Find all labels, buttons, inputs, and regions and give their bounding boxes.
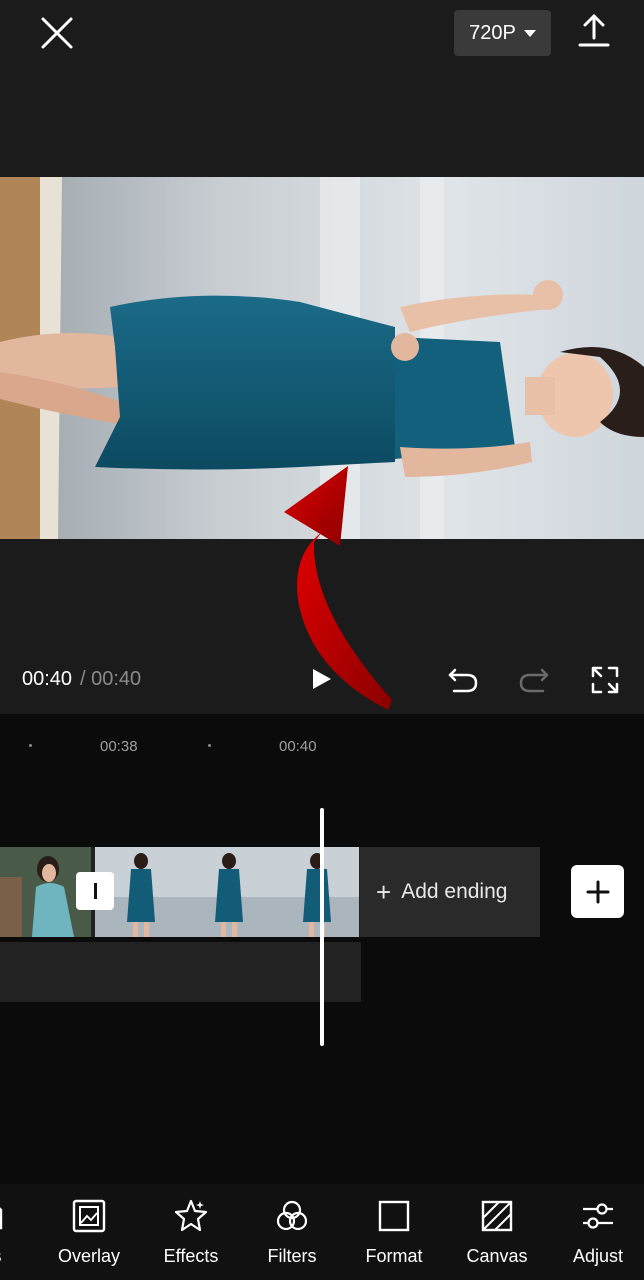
ruler-label: 00:38 [100,738,138,755]
audio-track[interactable] [0,942,361,1002]
redo-icon [519,668,549,693]
play-icon [313,669,331,689]
frame-image [183,847,271,937]
overlay-icon [72,1199,106,1233]
ruler-label: 00:40 [279,738,317,755]
effects-icon [174,1199,208,1232]
upload-icon [578,14,610,47]
tool-label: Canvas [466,1246,528,1266]
add-ending-button[interactable]: + Add ending [360,847,540,937]
plus-icon: + [376,877,392,907]
ruler-dot [29,744,32,747]
tool-filters[interactable]: Filters [237,1184,347,1280]
add-ending-label: Add ending [401,880,508,903]
export-button[interactable] [574,12,614,50]
tool-format[interactable]: Format [339,1184,449,1280]
playhead[interactable] [320,808,324,1046]
tool-canvas[interactable]: Canvas [442,1184,552,1280]
video-track[interactable] [0,847,360,937]
add-clip-button[interactable] [571,865,624,918]
tool-overlay[interactable]: Overlay [34,1184,144,1280]
bottom-toolbar: ers Overlay Effects Filters Format [0,1184,644,1280]
resolution-label: 720P [469,21,516,44]
stickers-icon [0,1207,3,1230]
total-time: / 00:40 [80,668,142,690]
current-time: 00:40 [22,668,73,690]
close-icon [41,17,73,49]
format-icon [378,1200,410,1232]
timeline[interactable]: 00:38 00:40 + Add ending [0,714,644,1184]
play-button[interactable] [306,664,336,694]
chevron-down-icon [523,29,536,37]
canvas-icon [481,1200,513,1232]
tool-adjust[interactable]: Adjust [543,1184,644,1280]
close-button[interactable] [36,12,78,54]
tool-label: Overlay [57,1246,120,1266]
filters-icon [276,1200,308,1231]
undo-button[interactable] [446,664,480,696]
frame-image [271,847,359,937]
transition-icon [93,883,97,899]
ruler-dot [208,744,211,747]
plus-icon [586,880,609,903]
editor-preview-area: 720P 00:40 / 00:40 [0,0,644,714]
adjust-icon [583,1203,613,1229]
redo-button[interactable] [517,664,551,696]
tool-label: Adjust [572,1246,624,1266]
resolution-dropdown[interactable]: 720P [454,10,551,56]
fullscreen-button[interactable] [589,664,621,696]
tool-label: Filters [267,1246,317,1266]
tool-label: Effects [163,1246,219,1266]
tool-label: Format [365,1246,423,1266]
preview-image [0,177,644,539]
tool-effects[interactable]: Effects [136,1184,246,1280]
fullscreen-icon [591,666,619,694]
transition-button[interactable] [76,872,114,910]
video-frame-thumbnail [271,847,359,937]
video-preview[interactable] [0,177,644,539]
undo-icon [448,668,478,693]
video-frame-thumbnail [183,847,271,937]
